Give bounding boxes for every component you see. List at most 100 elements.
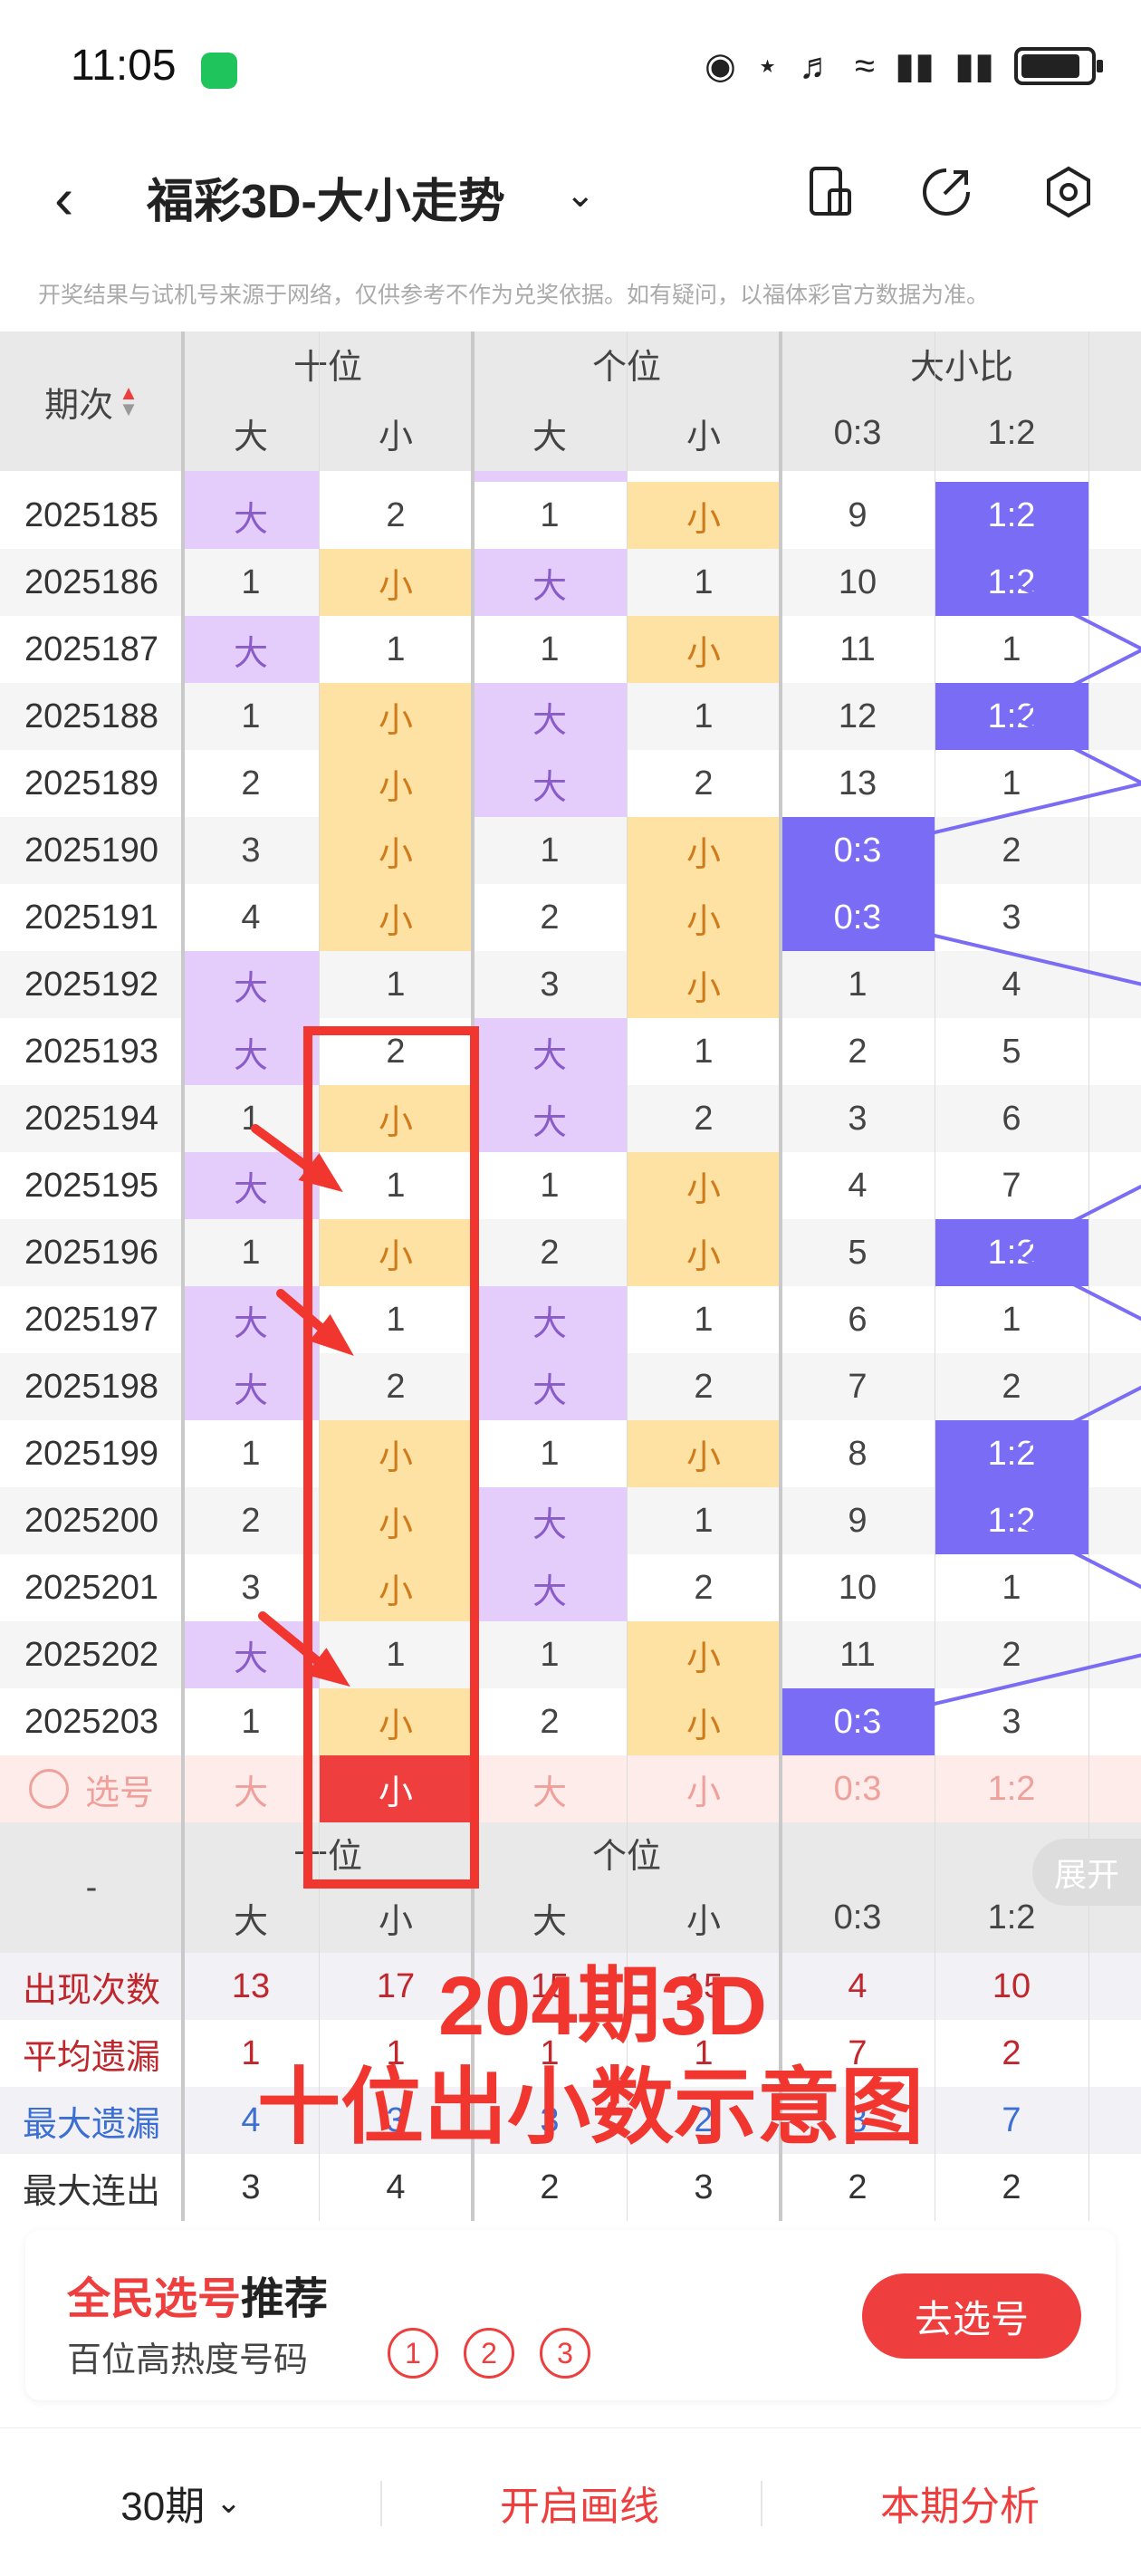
trend-cell: 小 [319,549,473,616]
trend-cell: 6 [781,1286,935,1353]
trend-cell: 6 [935,1085,1088,1152]
trend-cell: 2 [319,1353,473,1420]
chevron-down-icon[interactable]: ⌄ [565,174,596,216]
data-source-notice: 开奖结果与试机号来源于网络，仅供参考不作为兑奖依据。如有疑问，以福体彩官方数据为… [38,283,990,308]
draw-line-button[interactable]: 开启画线 [453,2428,706,2576]
footer-sub-header: 0:3 [781,1882,935,1953]
trend-cell: 小 [627,1420,781,1487]
trend-cell: 3 [183,817,319,884]
trend-cell: 10 [781,549,935,616]
go-select-button[interactable]: 去选号 [862,2273,1081,2359]
trend-cell: 小 [319,1219,473,1286]
page-title[interactable]: 福彩3D-大小走势 [147,163,505,231]
select-cell[interactable]: 小 [319,1755,473,1822]
select-cell[interactable]: 大 [183,1755,319,1822]
trend-cell: 2 [473,1688,627,1755]
trend-cell: 大 [183,951,319,1018]
overlay-title-line2: 十位出小数示意图 [257,2062,925,2154]
trend-cell: 3 [473,951,627,1018]
trend-cell: 小 [627,884,781,951]
mute-icon: ♬ [798,45,835,86]
stat-value: 4 [781,1953,935,2020]
column-divider [1088,332,1089,2221]
trend-cell: 0:3 [781,1688,935,1755]
trend-cell: 12 [781,683,935,750]
column-divider [319,332,320,2221]
period-cell: 2025199 [0,1420,183,1487]
trend-cell [1088,1554,1141,1621]
select-row-text: 选号 [84,1773,154,1812]
stat-value [1088,2087,1141,2154]
trend-cell [1088,750,1141,817]
trend-cell: 5 [781,1219,935,1286]
period-selector[interactable]: 30期 ⌄ [91,2428,272,2576]
trend-cell [1088,1152,1141,1219]
sub-column-header: 小 [627,395,781,471]
period-cell: 2025188 [0,683,183,750]
trend-cell: 小 [627,817,781,884]
select-cell[interactable]: 大 [473,1755,627,1822]
trend-cell: 小 [319,817,473,884]
period-cell: 2025190 [0,817,183,884]
trend-cell: 2 [319,1018,473,1085]
phone-icon[interactable] [804,163,862,221]
period-cell: 2025202 [0,1621,183,1688]
period-selector-label: 30期 [120,2485,206,2529]
select-circle-icon [28,1769,69,1809]
select-cell[interactable]: 小 [627,1755,781,1822]
trend-cell: 1 [319,1286,473,1353]
chevron-down-icon: ⌄ [216,2485,242,2520]
trend-cell: 11 [781,1621,935,1688]
trend-cell: 大 [473,750,627,817]
trend-cell: 大 [473,683,627,750]
trend-cell: 大 [473,549,627,616]
trend-cell: 1 [183,1085,319,1152]
period-cell: 2025187 [0,616,183,683]
stat-label: 平均遗漏 [0,2020,183,2087]
trend-cell: 1 [473,1152,627,1219]
period-cell: 2025186 [0,549,183,616]
trend-cell: 2 [183,750,319,817]
expand-button[interactable]: 展开 [1032,1839,1141,1906]
trend-cell: 小 [627,1621,781,1688]
select-row-label[interactable]: 选号 [0,1755,183,1822]
select-cell[interactable]: 1:2 [935,1755,1088,1822]
period-cell: 2025201 [0,1554,183,1621]
analysis-button[interactable]: 本期分析 [833,2428,1087,2576]
status-bar: 11:05 ◉ ⋆ ♬ ≈ ▮▮ ▮▮ [0,0,1141,136]
trend-cell: 1 [627,1487,781,1554]
stat-value [1088,1953,1141,2020]
select-cell[interactable] [1088,1755,1141,1822]
trend-cell: 小 [319,1487,473,1554]
recommend-title-black: 推荐 [241,2275,329,2323]
trend-cell: 1 [627,549,781,616]
trend-cell: 大 [473,1286,627,1353]
trend-cell [1088,1621,1141,1688]
trend-cell [1088,1420,1141,1487]
select-cell[interactable]: 0:3 [781,1755,935,1822]
sub-column-header: 大 [183,395,319,471]
footer-dash: - [0,1822,183,1953]
hot-number-ball: 1 [388,2328,438,2379]
period-cell: 2025195 [0,1152,183,1219]
footer-sub-header: 大 [183,1882,319,1953]
trend-cell: 小 [319,884,473,951]
sort-icon: ▲ ▼ [119,381,139,420]
trend-cell [1088,1085,1141,1152]
trend-cell: 7 [935,1152,1088,1219]
wifi-icon: ≈ [854,45,875,86]
share-icon[interactable] [917,163,975,221]
stat-value: 3 [627,2154,781,2221]
trend-cell: 大 [473,1554,627,1621]
back-icon[interactable]: ‹ [54,165,73,232]
divider [380,2481,382,2526]
trend-cell: 1 [781,951,935,1018]
period-cell: 2025191 [0,884,183,951]
trend-cell: 2 [627,1554,781,1621]
settings-icon[interactable] [1040,163,1098,221]
period-header[interactable]: 期次 ▲ ▼ [0,332,183,471]
trend-cell [473,471,627,482]
trend-cell: 1 [183,1420,319,1487]
trend-cell: 1 [183,1688,319,1755]
trend-cell: 1 [319,1621,473,1688]
